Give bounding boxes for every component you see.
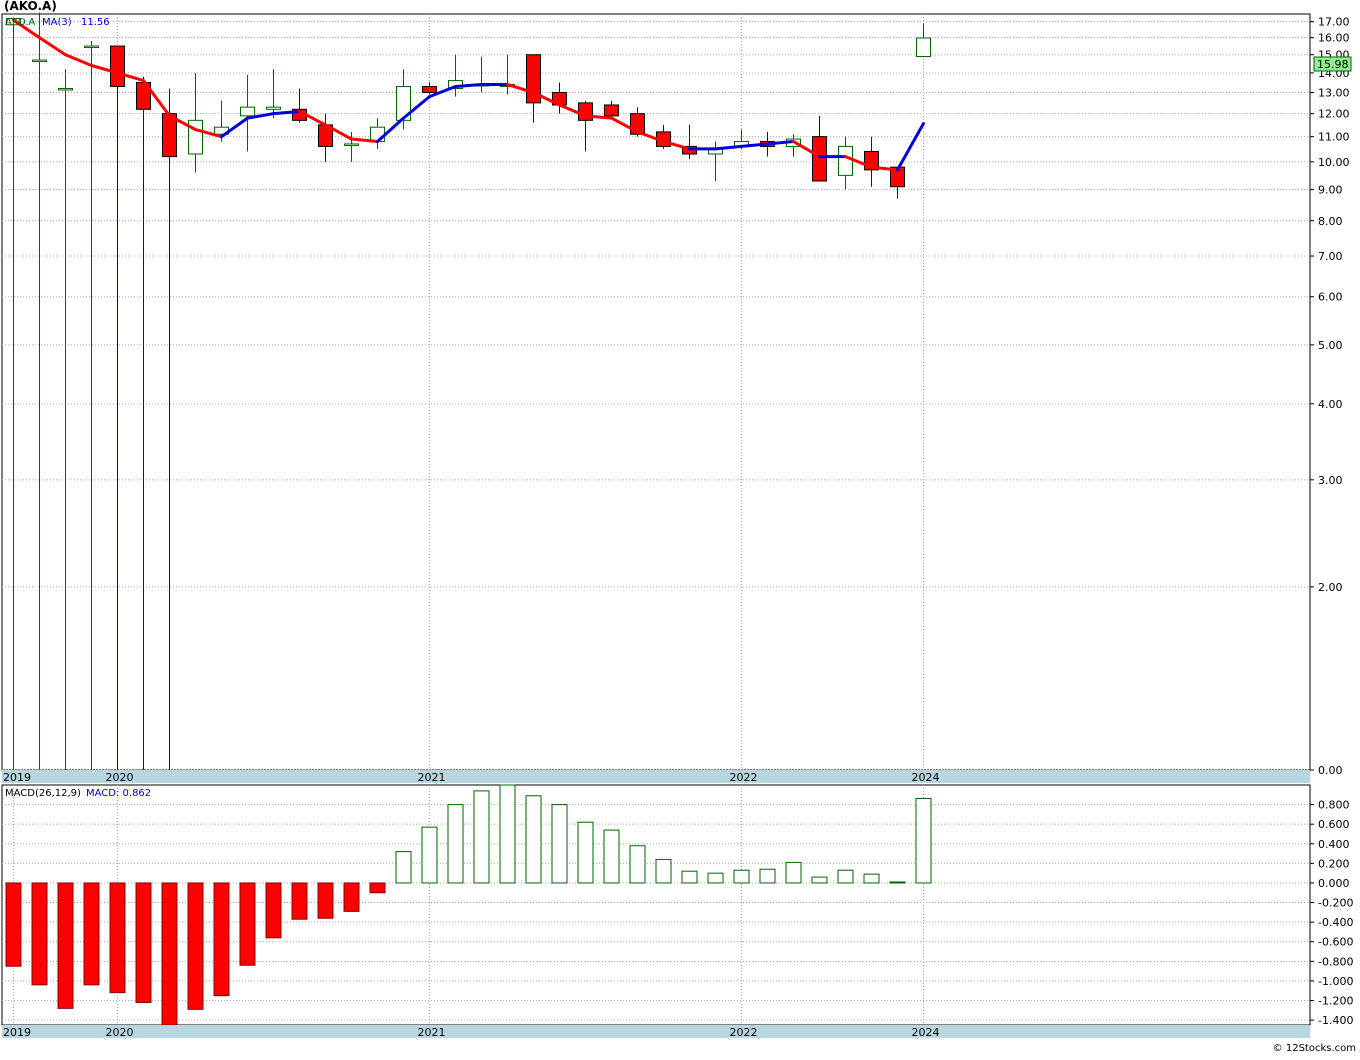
candle-body: [812, 136, 827, 182]
macd-bar: [239, 882, 256, 966]
macd-bar: [421, 826, 438, 884]
macd-tick-label: -0.600: [1318, 936, 1353, 949]
macd-bar: [291, 882, 308, 920]
macd-bar: [317, 882, 334, 919]
stock-chart: (AKO.A) 17.00 16.00 15.00 14.00 13.00 12.00 11…: [0, 0, 1360, 1056]
candle-body: [422, 85, 437, 94]
price-tick-label: 0.00: [1318, 764, 1343, 777]
macd-bar: [473, 790, 490, 884]
macd-tick-label: -0.200: [1318, 897, 1353, 910]
price-x-label: 2022: [730, 771, 758, 784]
macd-bar: [161, 882, 178, 1026]
macd-tick-label: 0.400: [1318, 838, 1350, 851]
macd-bar: [447, 804, 464, 884]
macd-tick-label: -1.200: [1318, 995, 1353, 1008]
macd-bar: [395, 851, 412, 884]
price-tick-label: 9.00: [1318, 184, 1343, 197]
macd-bar: [733, 869, 750, 884]
macd-bar: [31, 882, 48, 986]
macd-bar: [707, 872, 724, 884]
price-tick-label: 17.00: [1318, 16, 1350, 29]
macd-x-label: 2020: [106, 1026, 134, 1039]
macd-bar: [759, 868, 776, 884]
macd-bar: [863, 873, 880, 884]
candle-body: [604, 104, 619, 117]
macd-bar: [629, 845, 646, 884]
macd-legend-label: MACD(26,12,9): [5, 788, 81, 799]
macd-x-label: 2024: [912, 1026, 940, 1039]
candle-body: [838, 145, 853, 176]
macd-bar: [57, 882, 74, 1009]
macd-tick-label: 0.000: [1318, 877, 1350, 890]
legend-ma-label: MA(3): [42, 17, 72, 28]
candle-body: [266, 106, 281, 110]
watermark: © 12Stocks.com: [1273, 1043, 1356, 1054]
chart-title: (AKO.A): [4, 0, 57, 13]
macd-bar: [83, 882, 100, 986]
macd-x-axis-band: [2, 1025, 1310, 1038]
price-tick-label: 4.00: [1318, 398, 1343, 411]
macd-legend-value: MACD: 0.862: [86, 788, 151, 799]
macd-tick-label: -1.000: [1318, 975, 1353, 988]
candle-body: [370, 126, 385, 142]
macd-bar: [525, 795, 542, 884]
price-tick-label: 16.00: [1318, 32, 1350, 45]
macd-bar: [213, 882, 230, 997]
macd-bar: [837, 869, 854, 884]
macd-bar: [811, 876, 828, 884]
macd-tick-label: 0.600: [1318, 818, 1350, 831]
macd-bar: [603, 829, 620, 884]
macd-bar: [499, 784, 516, 884]
macd-bar: [551, 804, 568, 884]
macd-bar: [577, 821, 594, 884]
macd-x-label: 2022: [730, 1026, 758, 1039]
macd-bar: [135, 882, 152, 1003]
price-x-label: 2020: [106, 771, 134, 784]
price-x-label: 2021: [418, 771, 446, 784]
price-tick-label: 5.00: [1318, 339, 1343, 352]
price-tick-label: 2.00: [1318, 581, 1343, 594]
price-tick-label: 13.00: [1318, 87, 1350, 100]
legend-ma-value: 11.56: [81, 17, 110, 28]
price-x-label: 2024: [912, 771, 940, 784]
macd-tick-label: 0.200: [1318, 857, 1350, 870]
macd-bar: [915, 798, 932, 884]
macd-x-label: 2021: [418, 1026, 446, 1039]
macd-bar: [187, 882, 204, 1010]
price-x-label: 2019: [3, 771, 31, 784]
macd-x-label: 2019: [3, 1026, 31, 1039]
candle-body: [58, 87, 73, 91]
macd-tick-label: -0.400: [1318, 916, 1353, 929]
ma-segment: [454, 83, 483, 88]
macd-bar: [343, 882, 360, 912]
macd-bar: [785, 861, 802, 884]
candle-body: [32, 59, 47, 63]
price-tick-label: 3.00: [1318, 474, 1343, 487]
candle-body: [110, 45, 125, 87]
macd-bar: [655, 858, 672, 884]
price-tick-label: 8.00: [1318, 215, 1343, 228]
macd-bar: [369, 882, 386, 894]
price-tick-label: 12.00: [1318, 108, 1350, 121]
macd-bar: [5, 882, 22, 967]
price-tick-label: 11.00: [1318, 131, 1350, 144]
candle-body: [916, 37, 931, 57]
price-tick-label: 6.00: [1318, 291, 1343, 304]
candle-body: [240, 106, 255, 117]
candle-body: [84, 45, 99, 49]
price-tick-label: 10.00: [1318, 156, 1350, 169]
chart-svg: (AKO.A) 17.0016.0015.0014.0013.0012.0011…: [0, 0, 1360, 1056]
macd-tick-label: -0.800: [1318, 955, 1353, 968]
macd-tick-label: 0.800: [1318, 799, 1350, 812]
macd-bar: [889, 881, 906, 884]
legend-symbol: AKO.A: [5, 17, 35, 28]
candle-body: [344, 143, 359, 146]
price-tick-label: 7.00: [1318, 250, 1343, 263]
last-price-tag: 15.98: [1317, 58, 1349, 71]
macd-tick-label: -1.400: [1318, 1014, 1353, 1027]
price-x-axis-band: [2, 770, 1310, 783]
macd-bar: [265, 882, 282, 939]
macd-bar: [109, 882, 126, 994]
macd-bar: [681, 870, 698, 884]
